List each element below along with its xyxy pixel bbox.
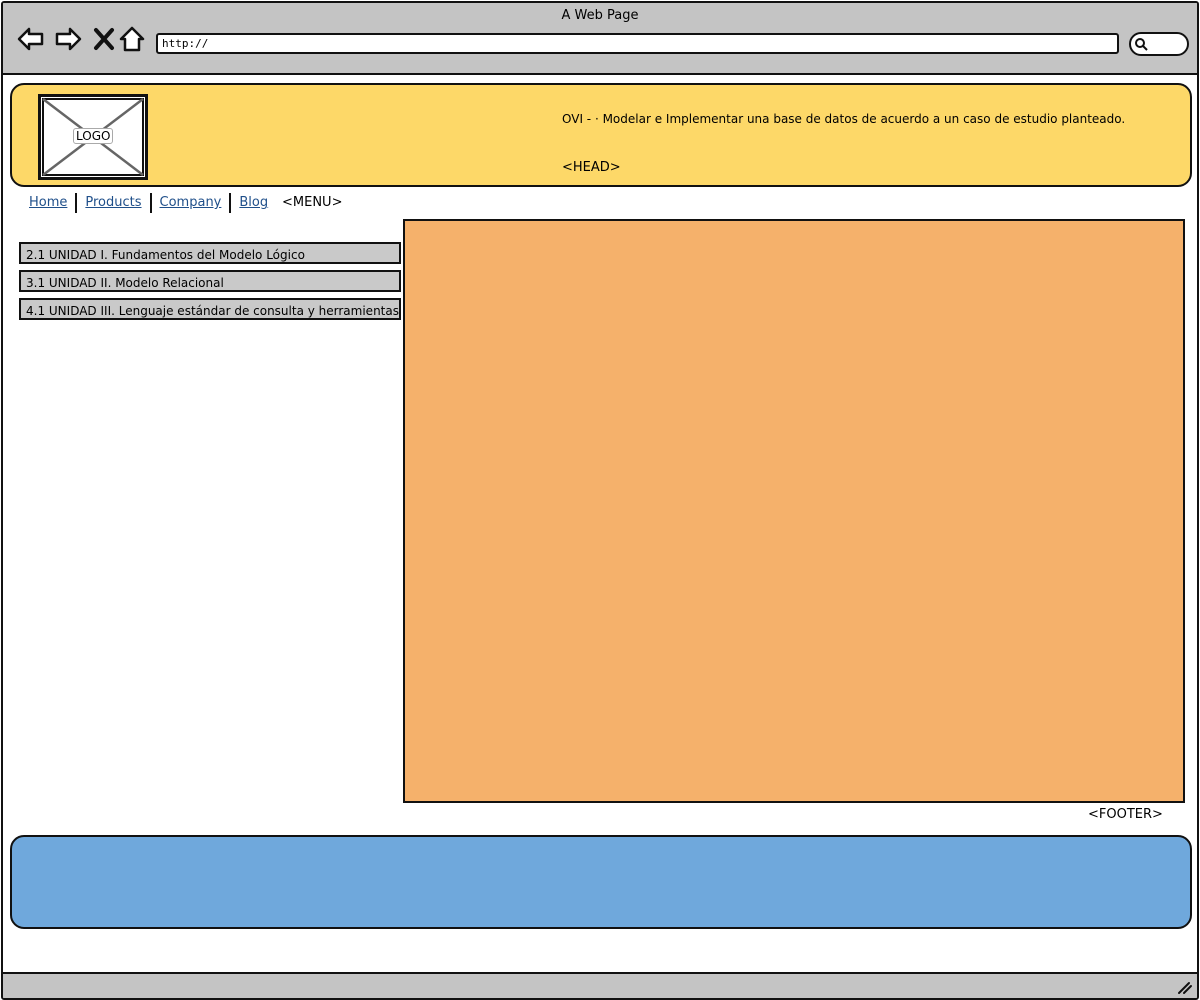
menu-bar: Home Products Company Blog xyxy=(21,192,276,214)
page-footer xyxy=(10,835,1192,929)
menu-item-products[interactable]: Products xyxy=(77,193,149,213)
head-tag-label: <HEAD> xyxy=(562,160,621,175)
header-text: OVI - · Modelar e Implementar una base d… xyxy=(562,112,1126,126)
window-title: A Web Page xyxy=(561,8,639,23)
page-header: LOGO OVI - · Modelar e Implementar una b… xyxy=(10,83,1192,187)
browser-window: A Web Page http:// LOGO OVI - · Modelar … xyxy=(1,1,1199,1000)
menu-item-blog[interactable]: Blog xyxy=(231,193,276,213)
main-content-area xyxy=(403,219,1185,803)
menu-tag-label: <MENU> xyxy=(282,195,343,210)
close-icon[interactable] xyxy=(89,24,119,54)
search-input[interactable] xyxy=(1129,32,1189,56)
logo: LOGO xyxy=(38,94,148,180)
home-icon[interactable] xyxy=(117,24,147,54)
logo-label: LOGO xyxy=(73,128,114,144)
sidebar-item-unidad-1[interactable]: 2.1 UNIDAD I. Fundamentos del Modelo Lóg… xyxy=(19,242,401,264)
sidebar-item-unidad-2[interactable]: 3.1 UNIDAD II. Modelo Relacional xyxy=(19,270,401,292)
resize-handle-icon[interactable] xyxy=(1175,979,1193,995)
footer-tag-label: <FOOTER> xyxy=(1088,807,1163,822)
sidebar-item-unidad-3[interactable]: 4.1 UNIDAD III. Lenguaje estándar de con… xyxy=(19,298,401,320)
status-bar xyxy=(3,972,1197,998)
forward-arrow-icon[interactable] xyxy=(53,24,83,54)
back-arrow-icon[interactable] xyxy=(16,24,46,54)
browser-chrome: A Web Page http:// xyxy=(3,3,1197,75)
menu-item-company[interactable]: Company xyxy=(152,193,230,213)
url-input[interactable]: http:// xyxy=(156,33,1119,54)
menu-item-home[interactable]: Home xyxy=(21,193,75,213)
search-icon xyxy=(1135,38,1148,51)
